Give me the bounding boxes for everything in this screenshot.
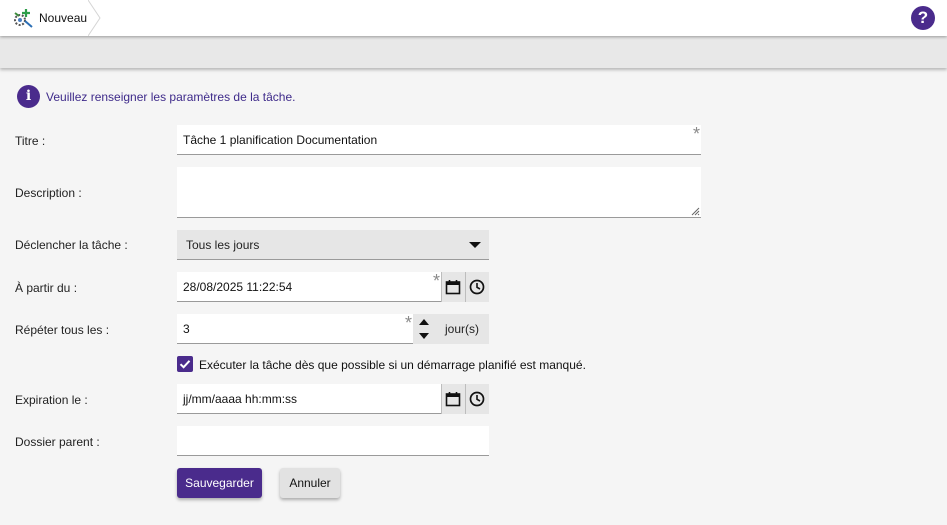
repeat-stepper-group: jour(s) [413, 314, 489, 344]
required-marker: * [692, 124, 700, 144]
parent-folder-input[interactable] [177, 426, 489, 456]
calendar-icon [445, 280, 461, 295]
clock-icon [469, 391, 485, 407]
repeat-unit: jour(s) [445, 322, 480, 336]
toolbar-strip [0, 36, 947, 68]
required-marker: * [432, 271, 440, 291]
title-input[interactable]: Tâche 1 planification Documentation * [177, 125, 701, 155]
start-picker-group [441, 272, 489, 302]
checkmark-icon [179, 360, 191, 369]
title-label: Titre : [15, 134, 46, 148]
decrement-button[interactable] [413, 329, 435, 344]
breadcrumb[interactable]: Nouveau [0, 0, 93, 36]
trigger-label: Déclencher la tâche : [15, 238, 128, 252]
chevron-down-icon [419, 333, 429, 339]
expiration-label: Expiration le : [15, 393, 88, 407]
expiration-datetime-input[interactable]: jj/mm/aaaa hh:mm:ss [177, 384, 441, 414]
description-label: Description : [15, 186, 82, 200]
expiration-calendar-button[interactable] [441, 384, 465, 414]
cancel-button[interactable]: Annuler [280, 468, 340, 498]
start-datetime-input[interactable]: 28/08/2025 11:22:54 * [177, 272, 441, 302]
repeat-number-input[interactable]: 3 * [177, 314, 413, 344]
help-button[interactable]: ? [911, 6, 935, 30]
breadcrumb-separator [88, 0, 101, 36]
expiration-picker-group [441, 384, 489, 414]
run-missed-checkbox[interactable] [177, 356, 193, 372]
required-marker: * [404, 313, 412, 333]
expiration-placeholder: jj/mm/aaaa hh:mm:ss [183, 392, 298, 406]
repeat-value: 3 [183, 322, 190, 336]
resize-grip-icon[interactable] [691, 207, 700, 216]
top-bar: Nouveau ? [0, 0, 947, 36]
start-label: À partir du : [15, 281, 78, 295]
trigger-value: Tous les jours [186, 238, 260, 252]
run-missed-label: Exécuter la tâche dès que possible si un… [199, 358, 586, 372]
info-icon: i [17, 85, 40, 108]
chevron-up-icon [419, 319, 429, 325]
start-calendar-button[interactable] [441, 272, 465, 302]
increment-button[interactable] [413, 314, 435, 329]
title-value: Tâche 1 planification Documentation [183, 133, 378, 147]
save-button[interactable]: Sauvegarder [177, 468, 262, 498]
parent-folder-label: Dossier parent : [15, 435, 100, 449]
task-scheduler-icon [14, 9, 33, 28]
breadcrumb-label: Nouveau [39, 11, 88, 25]
start-value: 28/08/2025 11:22:54 [183, 280, 293, 294]
trigger-select[interactable]: Tous les jours [177, 230, 489, 260]
chevron-down-icon [469, 242, 481, 248]
info-message: i Veuillez renseigner les paramètres de … [17, 85, 295, 108]
repeat-label: Répéter tous les : [15, 323, 110, 337]
calendar-icon [445, 392, 461, 407]
help-icon: ? [917, 8, 929, 27]
clock-icon [469, 279, 485, 295]
info-text: Veuillez renseigner les paramètres de la… [46, 89, 296, 104]
expiration-time-button[interactable] [465, 384, 489, 414]
description-textarea[interactable] [177, 167, 701, 218]
start-time-button[interactable] [465, 272, 489, 302]
